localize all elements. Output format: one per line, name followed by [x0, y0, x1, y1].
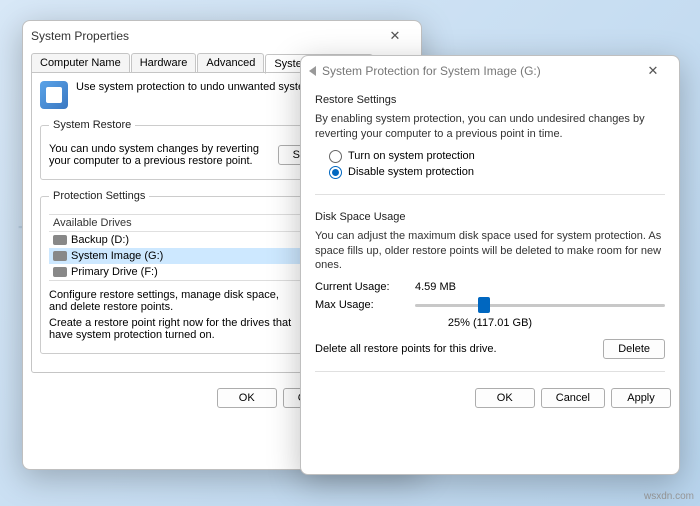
ok-button[interactable]: OK [475, 388, 535, 408]
current-usage-label: Current Usage: [315, 281, 405, 293]
disk-space-title: Disk Space Usage [315, 211, 665, 223]
radio-disable[interactable]: Disable system protection [329, 166, 665, 179]
tab-advanced[interactable]: Advanced [197, 53, 264, 73]
tab-hardware[interactable]: Hardware [131, 53, 197, 73]
titlebar: System Properties ✕ [23, 21, 421, 51]
restore-help: By enabling system protection, you can u… [315, 112, 665, 142]
current-usage-value: 4.59 MB [415, 281, 456, 293]
drive-name: System Image (G:) [71, 250, 163, 262]
drive-name: Primary Drive (F:) [71, 266, 158, 278]
drive-icon [53, 235, 67, 245]
tab-computer-name[interactable]: Computer Name [31, 53, 130, 73]
apply-button[interactable]: Apply [611, 388, 671, 408]
disk-space-section: Disk Space Usage You can adjust the maxi… [301, 203, 679, 364]
close-icon[interactable]: ✕ [377, 28, 413, 44]
separator [315, 194, 665, 195]
radio-label: Turn on system protection [348, 150, 475, 162]
window-title: System Protection for System Image (G:) [322, 64, 635, 78]
slider-value-label: 25% (117.01 GB) [315, 317, 665, 329]
restore-settings-title: Restore Settings [315, 94, 665, 106]
protection-settings-legend: Protection Settings [49, 190, 149, 202]
radio-label: Disable system protection [348, 166, 474, 178]
ok-button[interactable]: OK [217, 388, 277, 408]
restore-settings-section: Restore Settings By enabling system prot… [301, 86, 679, 186]
credit: wsxdn.com [644, 491, 694, 502]
radio-icon [329, 150, 342, 163]
back-icon [309, 66, 316, 76]
drive-icon [53, 267, 67, 277]
disk-help: You can adjust the maximum disk space us… [315, 229, 665, 274]
titlebar: System Protection for System Image (G:) … [301, 56, 679, 86]
radio-turn-on[interactable]: Turn on system protection [329, 150, 665, 163]
window-title: System Properties [31, 29, 377, 43]
drive-name: Backup (D:) [71, 234, 129, 246]
slider-thumb[interactable] [478, 297, 490, 313]
system-protection-dialog: System Protection for System Image (G:) … [300, 55, 680, 475]
delete-button[interactable]: Delete [603, 339, 665, 359]
dialog-buttons: OK Cancel Apply [301, 380, 679, 416]
shield-icon [40, 81, 68, 109]
max-usage-slider[interactable] [415, 304, 665, 307]
configure-text: Configure restore settings, manage disk … [49, 289, 300, 313]
delete-text: Delete all restore points for this drive… [315, 343, 595, 355]
col-available-drives: Available Drives [53, 217, 331, 229]
system-restore-legend: System Restore [49, 119, 135, 131]
restore-text: You can undo system changes by reverting… [49, 143, 270, 167]
close-icon[interactable]: ✕ [635, 63, 671, 79]
cancel-button[interactable]: Cancel [541, 388, 605, 408]
max-usage-label: Max Usage: [315, 299, 405, 311]
drive-icon [53, 251, 67, 261]
create-text: Create a restore point right now for the… [49, 317, 315, 341]
separator [315, 371, 665, 372]
radio-icon [329, 166, 342, 179]
